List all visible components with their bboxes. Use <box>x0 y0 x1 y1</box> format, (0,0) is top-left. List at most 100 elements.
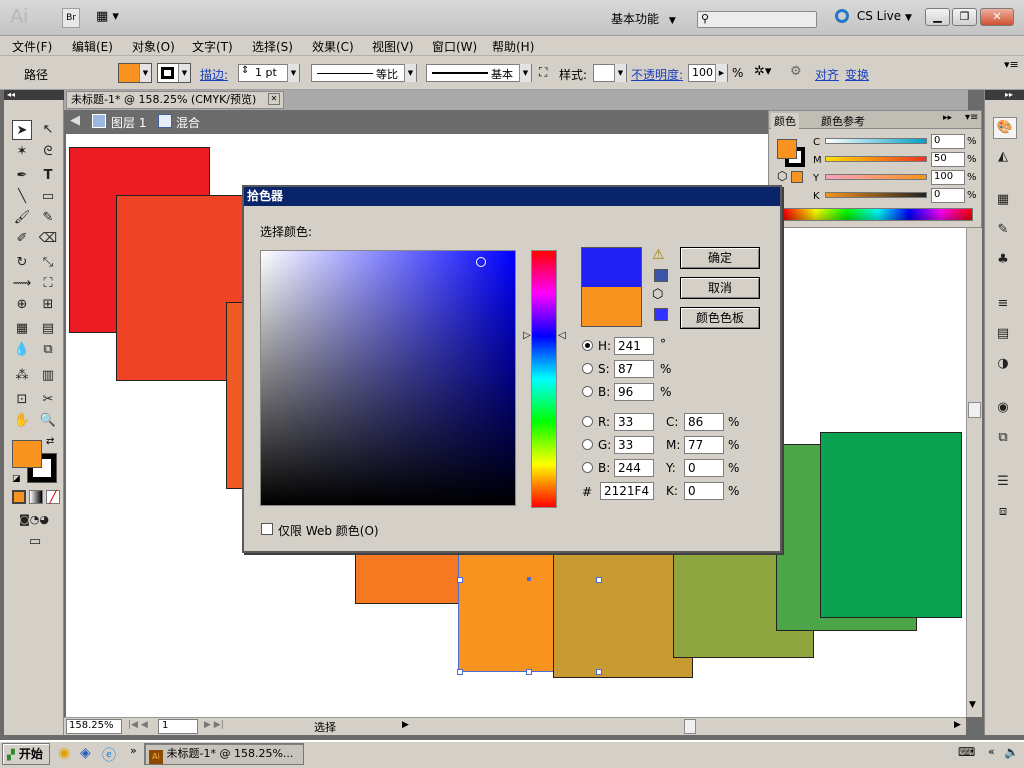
menu-effect[interactable]: 效果(C) <box>312 38 354 55</box>
align-panel-link[interactable]: 对齐 <box>815 66 839 83</box>
zoom-tool-icon[interactable]: 🔍 <box>38 411 58 431</box>
g-field[interactable]: 33 <box>614 436 654 454</box>
magic-wand-tool-icon[interactable]: ✶ <box>12 142 32 162</box>
fill-color-swatch[interactable] <box>12 440 42 468</box>
color-mode-icon[interactable] <box>12 490 26 504</box>
r-radio[interactable] <box>582 416 593 427</box>
pencil-tool-icon[interactable]: ✎ <box>38 208 58 228</box>
hue-arrow-left-icon[interactable]: ▷ <box>523 330 531 341</box>
hue-arrow-right-icon[interactable]: ◁ <box>558 330 566 341</box>
status-menu-icon[interactable]: ▶ <box>402 720 409 730</box>
scroll-thumb[interactable] <box>968 402 981 418</box>
cmyk-gamut-swatch[interactable] <box>654 269 668 282</box>
c-field[interactable]: 86 <box>684 413 724 431</box>
panel-menu-icon[interactable]: ▾≡ <box>965 112 978 123</box>
original-color-swatch[interactable] <box>582 287 641 326</box>
graphic-styles-icon[interactable]: ⧉ <box>993 428 1013 448</box>
stroke-panel-link[interactable]: 描边: <box>200 66 228 83</box>
channel-k-field[interactable]: 0 <box>931 188 965 203</box>
type-tool-icon[interactable]: T <box>38 166 58 186</box>
panel-fill-swatch[interactable] <box>777 139 797 159</box>
selection-tool-icon[interactable]: ➤ <box>12 120 32 140</box>
channel-c-slider[interactable] <box>825 138 927 144</box>
saturation-brightness-field[interactable] <box>260 250 516 506</box>
shape-builder-tool-icon[interactable]: ⊕ <box>12 295 32 315</box>
screen-mode-icon[interactable]: ▭ <box>20 532 50 552</box>
transparency-panel-icon[interactable]: ◑ <box>993 354 1013 374</box>
rectangle-tool-icon[interactable]: ▭ <box>38 187 58 207</box>
color-panel-icon[interactable]: 🎨 <box>993 117 1017 139</box>
zoom-field[interactable]: 158.25% <box>66 719 122 734</box>
perspective-grid-tool-icon[interactable]: ⊞ <box>38 295 58 315</box>
line-segment-tool-icon[interactable]: ╲ <box>12 187 32 207</box>
gamut-swatch[interactable] <box>791 171 803 183</box>
document-tab[interactable]: 未标题-1* @ 158.25% (CMYK/预览) ✕ <box>66 91 284 109</box>
blue-field[interactable]: 244 <box>614 459 654 477</box>
hue-slider[interactable] <box>531 250 557 508</box>
eraser-tool-icon[interactable]: ⌫ <box>38 229 58 249</box>
gradient-mode-icon[interactable] <box>29 490 43 504</box>
tray-chevron-icon[interactable]: « <box>988 745 995 758</box>
path-options-icon[interactable]: ⛶ <box>539 65 547 80</box>
selection-handle[interactable] <box>526 669 532 675</box>
r-field[interactable]: 33 <box>614 413 654 431</box>
horizontal-scroll-thumb[interactable] <box>684 719 696 734</box>
color-swatches-button[interactable]: 颜色色板 <box>680 307 760 329</box>
width-tool-icon[interactable]: ⟿ <box>12 274 32 294</box>
taskbar-item-illustrator[interactable]: Ai 未标题-1* @ 158.25%... <box>144 743 304 765</box>
blob-brush-tool-icon[interactable]: ✐ <box>12 229 32 249</box>
artboard-number-field[interactable]: 1 <box>158 719 198 734</box>
menu-object[interactable]: 对象(O) <box>132 38 175 55</box>
rotate-tool-icon[interactable]: ↻ <box>12 253 32 273</box>
graphic-style-dropdown[interactable]: ▼ <box>593 64 627 82</box>
panel-menu-icon[interactable]: ▾≡ <box>1004 58 1019 71</box>
slice-tool-icon[interactable]: ✂ <box>38 390 58 410</box>
color-guide-icon[interactable]: ◭ <box>993 147 1013 167</box>
pen-tool-icon[interactable]: ✒ <box>12 166 32 186</box>
gradient-panel-icon[interactable]: ▤ <box>993 324 1013 344</box>
web-only-checkbox[interactable] <box>261 523 273 535</box>
paintbrush-tool-icon[interactable]: 🖌 <box>12 208 32 228</box>
tab-color-guide[interactable]: 颜色参考 <box>821 113 865 129</box>
lasso-tool-icon[interactable]: ᘓ <box>38 142 58 162</box>
start-button[interactable]: ▞ 开始 <box>2 743 50 765</box>
bridge-button[interactable]: Br <box>62 8 80 28</box>
s-radio[interactable] <box>582 363 593 374</box>
blend-square-orange[interactable] <box>355 552 465 604</box>
collapse-icon[interactable]: ◂◂ <box>4 90 64 100</box>
arrange-documents-icon[interactable]: ▦ ▾ <box>96 9 126 27</box>
fill-color-dropdown[interactable]: ▼ <box>118 63 152 83</box>
symbols-icon[interactable]: ♣ <box>993 250 1013 270</box>
channel-y-slider[interactable] <box>825 174 927 180</box>
blend-square-ochre[interactable] <box>553 552 693 678</box>
opacity-field[interactable]: 100 ▶ <box>688 64 728 82</box>
stroke-color-dropdown[interactable]: ▼ <box>157 63 191 83</box>
channel-y-field[interactable]: 100 <box>931 170 965 185</box>
g-radio[interactable] <box>582 439 593 450</box>
stroke-panel-icon[interactable]: ≡ <box>993 294 1013 314</box>
gear-icon[interactable]: ⚙ <box>790 64 802 79</box>
menu-window[interactable]: 窗口(W) <box>432 38 477 55</box>
stepper-icon[interactable]: ⇕ <box>241 65 249 76</box>
blend-label[interactable]: 混合 <box>176 114 200 131</box>
hex-field[interactable]: 2121F4 <box>600 482 654 500</box>
artboard-tool-icon[interactable]: ⊡ <box>12 390 32 410</box>
blend-square-dark-green[interactable] <box>820 432 962 618</box>
app-quicklaunch-icon[interactable]: ◈ <box>80 745 91 761</box>
h-field[interactable]: 241 <box>614 337 654 355</box>
none-mode-icon[interactable]: ╱ <box>46 490 60 504</box>
blue-radio[interactable] <box>582 462 593 473</box>
warning-icon[interactable]: ⚠ <box>652 247 665 263</box>
menu-edit[interactable]: 编辑(E) <box>72 38 113 55</box>
direct-selection-tool-icon[interactable]: ↖ <box>38 120 58 140</box>
free-transform-tool-icon[interactable]: ⛶ <box>38 274 58 294</box>
appearance-panel-icon[interactable]: ◉ <box>993 398 1013 418</box>
close-button[interactable]: ✕ <box>980 8 1014 26</box>
brightness-radio[interactable] <box>582 386 593 397</box>
selection-handle[interactable] <box>596 577 602 583</box>
brightness-field[interactable]: 96 <box>614 383 654 401</box>
swatches-icon[interactable]: ▦ <box>993 190 1013 210</box>
tab-color[interactable]: 颜色 <box>771 113 799 129</box>
m-field[interactable]: 77 <box>684 436 724 454</box>
channel-k-slider[interactable] <box>825 192 927 198</box>
